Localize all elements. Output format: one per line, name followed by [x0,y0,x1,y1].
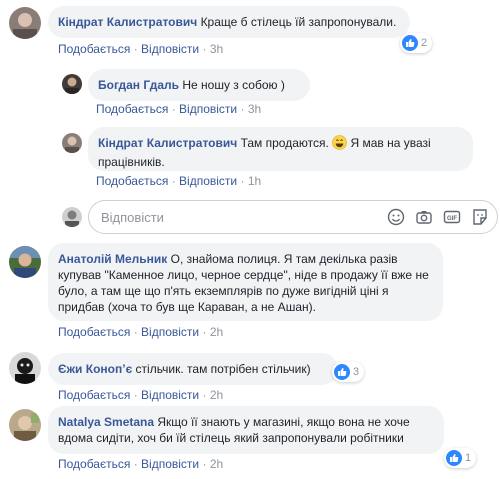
comment-text: купував "Каменное лицо, черное сердце", … [58,268,429,282]
comment-actions: Подобається · Відповісти · 3h [58,42,224,56]
avatar[interactable] [9,246,41,278]
comment-bubble: Єжи Конопʼє стільчик. там потрібен стіль… [48,353,338,385]
like-icon [334,364,350,380]
comment-text: Не ношу з собою ) [182,78,285,92]
comment-bubble: Богдан Гдаль Не ношу з собою ) [88,69,310,101]
like-icon [402,35,418,51]
avatar[interactable] [62,133,82,153]
like-link[interactable]: Подобається [58,325,130,339]
reaction-count[interactable]: 1 [444,448,477,468]
reply-link[interactable]: Відповісти [141,388,199,402]
comment-text: О, знайома полиця. Я там декілька разів [170,252,398,266]
like-icon [446,450,462,466]
comment-text: стільчик. там потрібен стільчик) [135,362,311,376]
comment-text: придбав (хоча то був ще Караван, а не Аш… [58,300,316,314]
comment-author[interactable]: Кіндрат Калистратович [98,136,237,150]
comment-author[interactable]: Natalya Smetana [58,415,154,429]
comment-text: Якщо її знають у магазині, якщо вона не … [157,415,410,429]
comment-author[interactable]: Кіндрат Калистратович [58,15,197,29]
like-link[interactable]: Подобається [96,102,168,116]
reply-link[interactable]: Відповісти [179,102,237,116]
comment-text: Там продаются. [240,136,329,150]
like-link[interactable]: Подобається [58,42,130,56]
comment-actions: Подобається · Відповісти · 1h [96,174,262,188]
avatar[interactable] [9,352,41,384]
avatar[interactable] [9,409,41,441]
avatar [62,207,82,227]
avatar[interactable] [9,7,41,39]
reply-placeholder: Відповісти [101,210,164,225]
comment-actions: Подобається · Відповісти · 2h [58,388,224,402]
reply-input[interactable]: Відповісти GIF [88,200,498,234]
reply-link[interactable]: Відповісти [141,325,199,339]
comment-actions: Подобається · Відповісти · 2h [58,457,224,471]
timestamp[interactable]: 3h [210,42,223,56]
svg-text:GIF: GIF [447,216,457,222]
reaction-count[interactable]: 2 [400,33,433,53]
comment-author[interactable]: Єжи Конопʼє [58,362,132,376]
emoji-icon[interactable] [387,208,405,226]
sticker-icon[interactable] [471,208,489,226]
comment-author[interactable]: Анатолій Мельник [58,252,167,266]
comment-text: було, а там ще що п'ять екземплярів по д… [58,284,389,298]
comment-text: вдома сидіти, хоч би їй стілець який зап… [58,431,404,445]
avatar[interactable] [62,74,82,94]
comment-text: Я мав на увазі [350,136,431,150]
comment-text: працівників. [98,155,165,169]
like-link[interactable]: Подобається [96,174,168,188]
timestamp[interactable]: 2h [210,388,223,402]
timestamp[interactable]: 2h [210,457,223,471]
like-link[interactable]: Подобається [58,388,130,402]
gif-icon[interactable]: GIF [443,208,461,226]
reply-link[interactable]: Відповісти [179,174,237,188]
comment-bubble: Natalya Smetana Якщо її знають у магазин… [48,406,444,454]
comment-bubble: Кіндрат Калистратович Там продаются. Я м… [88,127,473,171]
reply-link[interactable]: Відповісти [141,457,199,471]
laughing-emoji-icon [332,135,347,154]
like-link[interactable]: Подобається [58,457,130,471]
timestamp[interactable]: 1h [248,174,261,188]
comment-author[interactable]: Богдан Гдаль [98,78,179,92]
comment-bubble: Анатолій Мельник О, знайома полиця. Я та… [48,243,443,321]
comment-actions: Подобається · Відповісти · 2h [58,325,224,339]
reaction-count[interactable]: 3 [332,362,365,382]
timestamp[interactable]: 3h [248,102,261,116]
reply-link[interactable]: Відповісти [141,42,199,56]
camera-icon[interactable] [415,208,433,226]
timestamp[interactable]: 2h [210,325,223,339]
comment-bubble: Кіндрат Калистратович Краще б стілець їй… [48,6,410,38]
comment-text: Краще б стілець їй запропонували. [200,15,397,29]
comment-actions: Подобається · Відповісти · 3h [96,102,262,116]
